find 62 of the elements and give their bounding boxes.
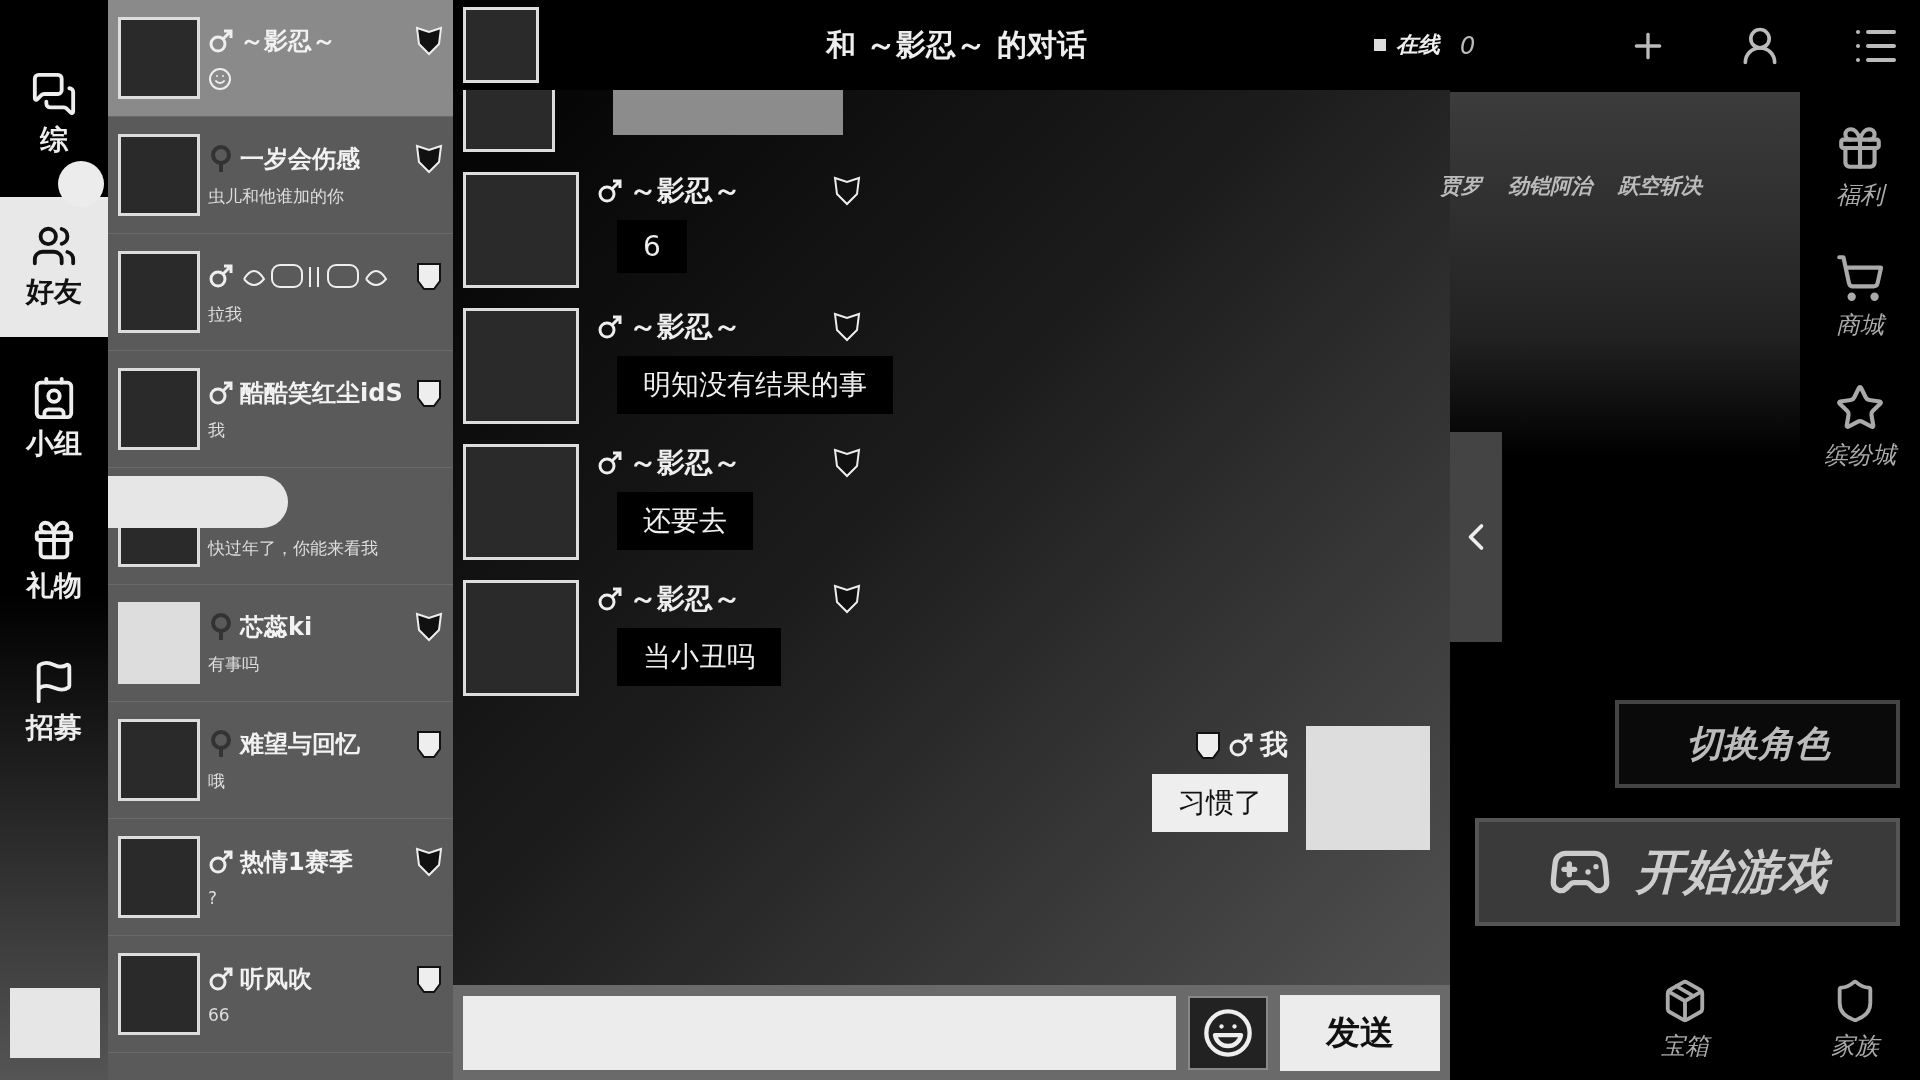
friend-name: 酷酷笑红尘idS	[240, 377, 403, 409]
message-bubble: 6	[617, 220, 687, 273]
male-icon	[597, 586, 623, 612]
friend-name: 热情1赛季	[240, 847, 353, 878]
last-message: 虫儿和他谁加的你	[208, 184, 344, 208]
male-icon	[597, 314, 623, 340]
counter: 0	[1460, 32, 1476, 60]
nav-tab[interactable]: 礼物	[0, 501, 108, 621]
chat-title: 和 ～影忍～ 的对话	[824, 25, 1088, 64]
message-bubble: 明知没有结果的事	[617, 356, 893, 414]
switch-role-button[interactable]: 切换角色	[1615, 700, 1900, 788]
last-message: ?	[208, 888, 218, 908]
laughing-face-icon	[1202, 1006, 1254, 1059]
last-message: 快过年了，你能来看我	[208, 536, 378, 560]
side-menu-item[interactable]: 缤纷城	[1818, 382, 1902, 472]
nav-tab[interactable]: 综	[0, 55, 108, 175]
message-bubble: 习惯了	[1152, 774, 1288, 832]
last-message: 66	[208, 1005, 230, 1025]
sender-name: ～影忍～	[629, 309, 741, 345]
emoji-button[interactable]	[1188, 995, 1268, 1070]
last-message: 哦	[208, 769, 225, 793]
sender-name: 我	[1260, 727, 1288, 763]
last-message: 拉我	[208, 302, 242, 326]
sender-name: ～影忍～	[629, 581, 741, 617]
last-message: 我	[208, 418, 225, 442]
cart-icon	[1835, 253, 1885, 303]
status-square-icon	[1374, 39, 1386, 51]
message-bubble: 当小丑吗	[617, 628, 781, 686]
side-menu-item[interactable]: 商城	[1829, 252, 1891, 342]
friend-name: 芯蕊ki	[240, 611, 313, 643]
friend-row[interactable]: 酷酷笑红尘idS 我	[108, 351, 453, 468]
message-bubble: 还要去	[617, 492, 753, 550]
hero-label[interactable]: 跃空斩决	[1618, 172, 1702, 200]
send-button[interactable]: 发送	[1280, 994, 1440, 1071]
friend-row[interactable]: 一岁会伤感 虫儿和他谁加的你	[108, 117, 453, 234]
bottom-menu-item[interactable]: 家族	[1825, 977, 1885, 1063]
male-icon	[597, 450, 623, 476]
friend-row[interactable]: 难望与回忆 哦	[108, 702, 453, 819]
friend-name: 一岁会伤感	[240, 143, 360, 175]
friend-row[interactable]: 听风吹 66	[108, 936, 453, 1053]
bottom-menu-item[interactable]: 宝箱	[1655, 977, 1715, 1063]
sender-name: ～影忍～	[629, 173, 741, 209]
friend-row[interactable]: 热情1赛季 ?	[108, 819, 453, 936]
male-icon	[1228, 732, 1254, 758]
message-input[interactable]	[463, 995, 1176, 1070]
last-message: 有事吗	[208, 652, 259, 676]
nav-tab[interactable]: 好友	[0, 197, 108, 337]
nav-tab[interactable]: 招募	[0, 643, 108, 763]
sender-name: ～影忍～	[629, 445, 741, 481]
online-status: 在线	[1396, 31, 1440, 59]
nav-tab[interactable]: 小组	[0, 359, 108, 479]
friend-row[interactable]: 拉我	[108, 234, 453, 351]
friend-row[interactable]: 快过年了，你能来看我	[108, 468, 453, 585]
friend-name: ～影忍～	[240, 26, 336, 57]
side-menu-item[interactable]: 福利	[1829, 122, 1891, 212]
friend-row[interactable]: 芯蕊ki 有事吗	[108, 585, 453, 702]
friend-name: 难望与回忆	[240, 728, 360, 760]
male-icon	[597, 178, 623, 204]
hero-label[interactable]: 贾罗	[1440, 172, 1482, 200]
friend-name: 听风吹	[240, 964, 312, 995]
nav-icon	[31, 71, 77, 117]
start-game-button[interactable]: 开始游戏	[1475, 818, 1900, 926]
